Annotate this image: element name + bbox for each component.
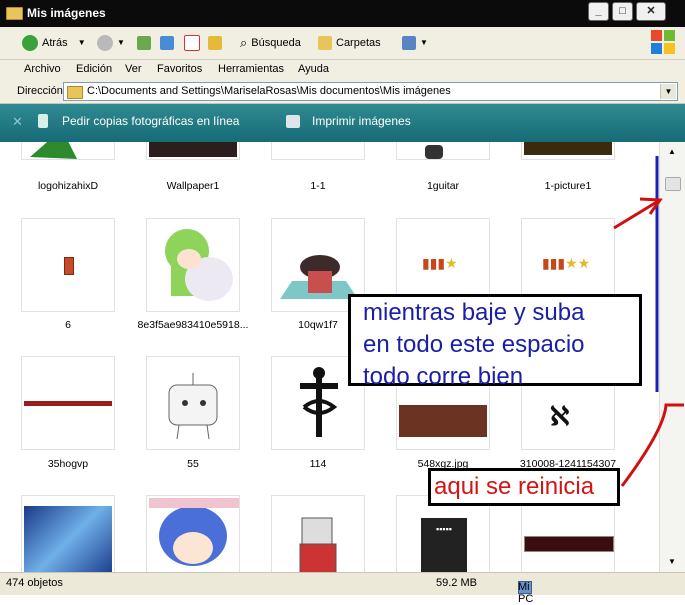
file-thumbnail[interactable] [271,495,365,572]
scroll-up-arrow-icon[interactable]: ▲ [663,144,681,160]
green-logo-image [30,142,77,159]
vertical-scrollbar[interactable]: ▲ ▼ [659,142,685,572]
views-button[interactable]: ▼ [402,34,428,52]
status-bar: 474 objetos 59.2 MB Mi PC [0,572,685,605]
file-thumbnail[interactable] [521,495,615,572]
folders-icon [318,36,332,50]
annotation-box-blue: mientras baje y suba en todo este espaci… [348,294,642,390]
menu-ayuda[interactable]: Ayuda [298,63,329,75]
address-path[interactable]: C:\Documents and Settings\MariselaRosas\… [87,85,451,97]
total-size: 59.2 MB [436,577,477,589]
file-label[interactable]: 55 [133,458,253,470]
chevron-down-icon[interactable]: ▼ [78,34,86,52]
folders-label: Carpetas [336,37,381,49]
file-label[interactable]: 114 [258,458,378,470]
folders-button[interactable]: Carpetas [318,34,381,52]
title-bar: Mis imágenes _ □ ✕ [0,0,685,27]
address-label: Dirección [17,85,63,97]
robot-character-image [299,517,337,572]
sync-icon[interactable] [160,34,174,52]
scroll-thumb[interactable] [665,177,681,191]
menu-archivo[interactable]: Archivo [24,63,61,75]
address-bar: Dirección C:\Documents and Settings\Mari… [0,81,685,104]
cube-character-image [168,373,218,440]
maximize-button[interactable]: □ [612,2,633,21]
address-field[interactable]: C:\Documents and Settings\MariselaRosas\… [63,82,678,101]
file-thumbnail[interactable] [21,142,115,160]
delete-icon[interactable] [184,34,200,52]
forward-arrow-icon [97,35,113,51]
file-thumbnail[interactable] [146,218,240,312]
window-title: Mis imágenes [27,6,106,20]
close-button[interactable]: ✕ [636,2,666,21]
annotation-box-red: aqui se reinicia [428,468,620,506]
anime-blue-hair-image [149,498,239,566]
picture-tasks-bar: ✕ Pedir copias fotográficas en línea Imp… [0,104,685,142]
order-prints-label: Pedir copias fotográficas en línea [62,114,240,128]
object-count: 474 objetos [6,577,63,589]
folder-icon [6,7,23,20]
folder-icon [67,86,83,99]
search-button[interactable]: ⌕ Búsqueda [240,34,301,52]
file-thumbnail[interactable] [21,356,115,450]
windows-logo-icon [650,29,676,55]
file-label[interactable]: 8e3f5ae983410e5918... [133,319,253,331]
location-label: Mi PC [518,581,534,605]
print-images-label: Imprimir imágenes [312,114,411,128]
file-thumbnail[interactable] [396,142,490,160]
folder-up-icon[interactable] [208,34,222,52]
up-folder-icon[interactable] [137,34,151,52]
file-label[interactable]: 6 [8,319,128,331]
forward-button[interactable]: ▼ [97,34,125,52]
search-label: Búsqueda [251,37,301,49]
menu-bar: Archivo Edición Ver Favoritos Herramient… [0,60,685,82]
close-tasks-icon[interactable]: ✕ [12,114,23,130]
note-line: todo corre bien [363,363,524,390]
chevron-down-icon[interactable]: ▼ [660,84,676,99]
file-label[interactable]: 35hogvp [8,458,128,470]
file-label[interactable]: 1-picture1 [508,180,628,192]
file-thumbnail[interactable] [146,495,240,572]
note-line: mientras baje y suba [363,299,585,326]
file-thumbnail[interactable] [271,142,365,160]
menu-edicion[interactable]: Edición [76,63,112,75]
printer-icon [286,114,300,128]
menu-ver[interactable]: Ver [125,63,142,75]
file-label[interactable]: Wallpaper1 [133,180,253,192]
back-label: Atrás [42,37,68,49]
print-order-icon [38,114,48,128]
anime-girl-image [165,229,233,301]
back-button[interactable]: Atrás ▼ [22,34,86,52]
search-icon: ⌕ [240,35,248,50]
menu-favoritos[interactable]: Favoritos [157,63,202,75]
file-thumbnail[interactable] [521,142,615,160]
views-icon [402,36,416,50]
order-prints-link[interactable]: Pedir copias fotográficas en línea [38,114,239,128]
file-thumbnail[interactable] [146,142,240,160]
minimize-button[interactable]: _ [588,2,609,21]
file-thumbnail[interactable]: ▪▪▪▪▪ [396,495,490,572]
file-label[interactable]: 1guitar [383,180,503,192]
chevron-down-icon: ▼ [420,38,428,47]
scroll-down-arrow-icon[interactable]: ▼ [663,554,681,570]
toolbar: Atrás ▼ ▼ ⌕ Búsqueda Carpetas ▼ [0,27,685,60]
back-arrow-icon [22,35,38,51]
file-label[interactable]: logohizahixD [8,180,128,192]
print-images-link[interactable]: Imprimir imágenes [286,114,411,128]
file-label[interactable]: 1-1 [258,180,378,192]
file-thumbnail[interactable] [21,218,115,312]
note-line: en todo este espacio [363,331,585,358]
menu-herramientas[interactable]: Herramientas [218,63,284,75]
file-thumbnail[interactable] [146,356,240,450]
chevron-down-icon[interactable]: ▼ [117,34,125,52]
note-text: aqui se reinicia [434,473,595,500]
file-thumbnail[interactable] [21,495,115,572]
